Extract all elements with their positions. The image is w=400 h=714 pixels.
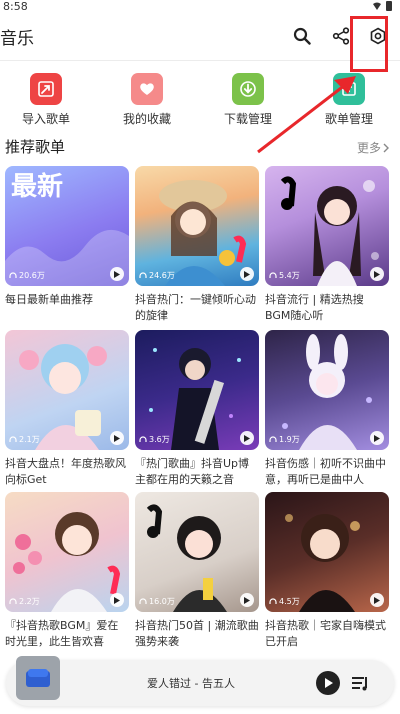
more-link[interactable]: 更多: [357, 139, 390, 156]
album-art[interactable]: [16, 656, 60, 700]
playlist-title: 抖音伤感｜初听不识曲中意，再听已是曲中人: [265, 457, 386, 486]
headphones-icon: [139, 271, 147, 278]
battery-icon: [386, 1, 392, 11]
shortcut-label: 我的收藏: [122, 112, 171, 126]
play-count: 1.9万: [269, 434, 300, 445]
more-label: 更多: [356, 141, 381, 155]
play-icon[interactable]: [370, 593, 384, 607]
play-count: 24.6万: [139, 270, 175, 281]
playlist-card[interactable]: 2.2万 『抖音热歌BGM』爱在时光里，此生皆欢喜: [5, 492, 129, 650]
playlist-cover: 2.1万: [5, 330, 129, 450]
play-icon: [324, 678, 333, 688]
playlist-cover: 3.6万: [135, 330, 259, 450]
play-pause-button[interactable]: [316, 671, 340, 695]
header-divider: [0, 60, 400, 61]
wifi-icon: [373, 2, 381, 10]
playlist-cover: 4.5万: [265, 492, 389, 612]
playlist-cover: 5.4万: [265, 166, 389, 286]
play-icon[interactable]: [110, 267, 124, 281]
playlist-card[interactable]: 3.6万 『热门歌曲』抖音Up博主都在用的天籁之音: [135, 330, 259, 488]
play-icon[interactable]: [240, 593, 254, 607]
recommended-section-header: 推荐歌单 更多: [0, 136, 400, 158]
play-icon[interactable]: [370, 431, 384, 445]
status-icons: [372, 1, 392, 11]
playlist-cover: 24.6万: [135, 166, 259, 286]
playlist-card[interactable]: 最新 20.6万 每日最新单曲推荐: [5, 166, 129, 324]
search-icon[interactable]: [290, 24, 314, 48]
track-title: 爱人错过 - 告五人: [147, 677, 235, 690]
shortcut-label: 下载管理: [223, 112, 272, 126]
playlist-title: 抖音热门：一键倾听心动的旋律: [135, 293, 256, 322]
heart-icon: [131, 73, 163, 105]
play-icon[interactable]: [240, 267, 254, 281]
playlist-title: 抖音热门50首 | 潮流歌曲强势来袭: [135, 619, 259, 648]
playlist-card[interactable]: 4.5万 抖音热歌｜宅家自嗨模式已开启: [265, 492, 389, 650]
playlist-card[interactable]: 2.1万 抖音大盘点！年度热歌风向标Get: [5, 330, 129, 488]
headphones-icon: [269, 271, 277, 278]
play-count: 5.4万: [269, 270, 300, 281]
highlight-box: [350, 16, 388, 72]
headphones-icon: [139, 597, 147, 604]
playlist-queue-icon[interactable]: [350, 673, 370, 693]
headphones-icon: [269, 597, 277, 604]
headphones-icon: [9, 435, 17, 442]
playlist-cover: 1.9万: [265, 330, 389, 450]
play-count-value: 20.6万: [19, 271, 45, 280]
play-count-value: 5.4万: [279, 271, 300, 280]
play-count: 2.1万: [9, 434, 40, 445]
play-count-value: 2.1万: [19, 435, 40, 444]
shortcut-import-playlist[interactable]: 导入歌单: [6, 73, 86, 127]
playlist-title: 抖音流行 | 精选热搜BGM随心听: [265, 293, 364, 322]
playlist-title: 『热门歌曲』抖音Up博主都在用的天籁之音: [135, 457, 250, 486]
download-icon: [232, 73, 264, 105]
play-count: 3.6万: [139, 434, 170, 445]
play-count: 4.5万: [269, 596, 300, 607]
chevron-right-icon: [383, 143, 389, 152]
playlist-title: 『抖音热歌BGM』爱在时光里，此生皆欢喜: [5, 619, 119, 648]
shortcut-favorites[interactable]: 我的收藏: [107, 73, 187, 127]
headphones-icon: [9, 597, 17, 604]
play-icon[interactable]: [110, 593, 124, 607]
play-icon[interactable]: [370, 267, 384, 281]
shortcut-downloads[interactable]: 下载管理: [208, 73, 288, 127]
status-time: 8:58: [3, 0, 28, 13]
headphones-icon: [269, 435, 277, 442]
shortcut-label: 导入歌单: [21, 112, 70, 126]
playlist-cover: 16.0万: [135, 492, 259, 612]
playlist-manage-icon: [333, 73, 365, 105]
play-count-value: 4.5万: [279, 597, 300, 606]
playlist-card[interactable]: 16.0万 抖音热门50首 | 潮流歌曲强势来袭: [135, 492, 259, 650]
play-count-value: 2.2万: [19, 597, 40, 606]
playlist-title: 抖音大盘点！年度热歌风向标Get: [5, 457, 126, 486]
play-count-value: 16.0万: [149, 597, 175, 606]
import-arrow-icon: [30, 73, 62, 105]
playlist-title: 抖音热歌｜宅家自嗨模式已开启: [265, 619, 386, 648]
play-count-value: 3.6万: [149, 435, 170, 444]
playlist-card[interactable]: 5.4万 抖音流行 | 精选热搜BGM随心听: [265, 166, 389, 324]
status-bar: 8:58: [0, 0, 400, 14]
play-icon[interactable]: [240, 431, 254, 445]
headphones-icon: [9, 271, 17, 278]
play-count: 2.2万: [9, 596, 40, 607]
shortcut-row: 导入歌单 我的收藏 下载管理 歌单管理: [0, 73, 400, 128]
page-title: 音乐: [0, 29, 34, 49]
playlist-cover: 2.2万: [5, 492, 129, 612]
shortcut-label: 歌单管理: [324, 112, 373, 126]
playlist-card[interactable]: 1.9万 抖音伤感｜初听不识曲中意，再听已是曲中人: [265, 330, 389, 488]
shortcut-playlist-manage[interactable]: 歌单管理: [309, 73, 389, 127]
section-title: 推荐歌单: [5, 138, 66, 156]
play-count: 20.6万: [9, 270, 45, 281]
playlist-cover: 最新 20.6万: [5, 166, 129, 286]
headphones-icon: [139, 435, 147, 442]
playlist-card[interactable]: 24.6万 抖音热门：一键倾听心动的旋律: [135, 166, 259, 324]
play-count: 16.0万: [139, 596, 175, 607]
mini-player[interactable]: 爱人错过 - 告五人: [6, 656, 394, 706]
cover-text: 最新: [11, 172, 64, 202]
play-count-value: 24.6万: [149, 271, 175, 280]
playlist-title: 每日最新单曲推荐: [5, 293, 93, 306]
play-icon[interactable]: [110, 431, 124, 445]
play-count-value: 1.9万: [279, 435, 300, 444]
app-bar: 音乐: [0, 14, 400, 58]
